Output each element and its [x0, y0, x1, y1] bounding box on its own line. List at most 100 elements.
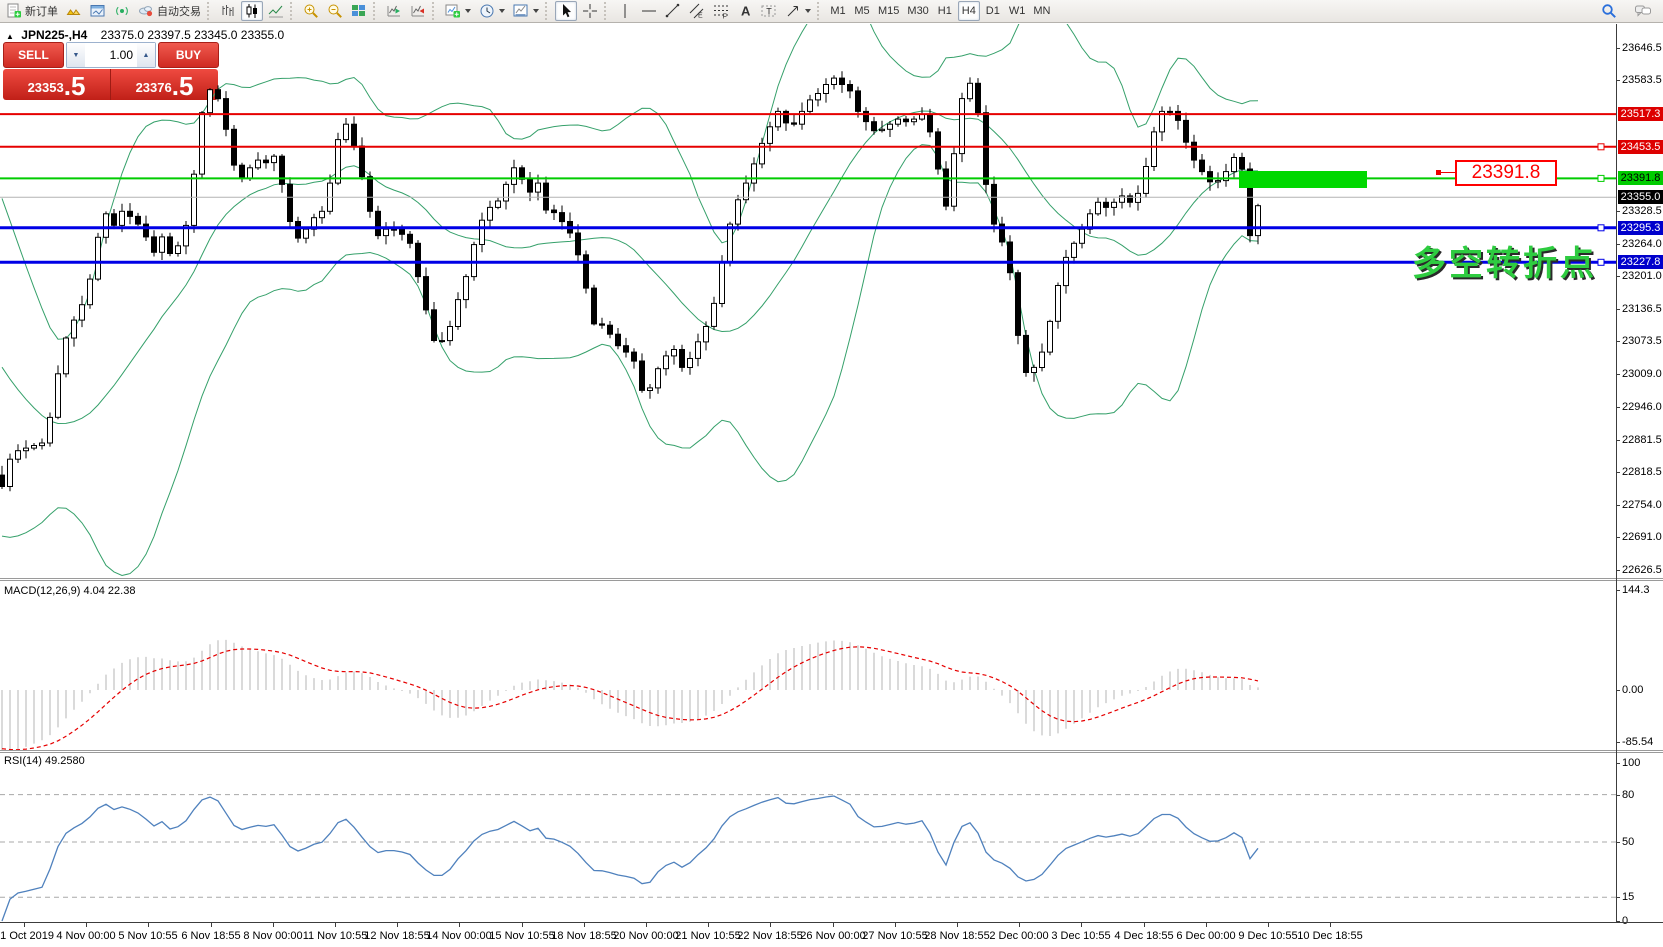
tf-m5-label: M5: [854, 5, 869, 17]
price-tick: 22754.0: [1622, 499, 1662, 511]
tf-m5-button[interactable]: M5: [851, 1, 873, 21]
draw-hline-button[interactable]: [638, 1, 660, 21]
rsi-tick: 50: [1622, 836, 1634, 848]
hline-handle-23227.8[interactable]: [1598, 259, 1604, 265]
hline-handle-23453.5[interactable]: [1598, 144, 1604, 150]
tile-windows-icon: [351, 3, 367, 19]
tf-h1-label: H1: [938, 5, 952, 17]
chart-window[interactable]: ▲ JPN225-,H4 23375.0 23397.5 23345.0 233…: [0, 24, 1663, 947]
price-tick: 23009.0: [1622, 368, 1662, 380]
tf-m15-button[interactable]: M15: [875, 1, 902, 21]
rsi-tick: 15: [1622, 891, 1634, 903]
templates-icon: [513, 3, 529, 19]
hline-handle-23295.3[interactable]: [1598, 225, 1604, 231]
draw-shapes-dropdown-arrow[interactable]: [805, 9, 811, 13]
zoom-out-icon: [327, 3, 343, 19]
draw-trendline-icon: [665, 3, 681, 19]
draw-vline-button[interactable]: [614, 1, 636, 21]
indicators-dropdown-arrow[interactable]: [465, 9, 471, 13]
auto-trading-button[interactable]: 自动交易: [135, 1, 204, 21]
draw-shapes-button[interactable]: [782, 1, 814, 21]
chart-shift-icon: [410, 3, 426, 19]
draw-fibo-button[interactable]: F: [710, 1, 732, 21]
pane-splitter-rsi[interactable]: [0, 750, 1663, 751]
indicators-button[interactable]: [442, 1, 474, 21]
candles: [0, 71, 1261, 491]
svg-text:T: T: [766, 7, 772, 17]
price-tick: 23073.5: [1622, 335, 1662, 347]
new-chart-icon: [66, 3, 82, 19]
search-button[interactable]: [1598, 1, 1620, 21]
price-label-23227.8: 23227.8: [1618, 255, 1663, 269]
templates-dropdown-arrow[interactable]: [533, 9, 539, 13]
toolbar-separator: [817, 2, 824, 20]
svg-text:F: F: [723, 14, 727, 20]
price-tick: 23264.0: [1622, 238, 1662, 250]
highlight-rectangle[interactable]: [1239, 171, 1367, 188]
tile-windows-button[interactable]: [348, 1, 370, 21]
main-chart-svg[interactable]: [0, 24, 1616, 578]
tf-d1-button[interactable]: D1: [982, 1, 1004, 21]
price-tick: 22691.0: [1622, 531, 1662, 543]
chart-candles-button[interactable]: [241, 1, 263, 21]
draw-vline-icon: [617, 3, 633, 19]
rsi-line: [2, 796, 1258, 921]
draw-label-button[interactable]: T: [758, 1, 780, 21]
crosshair-button[interactable]: [579, 1, 601, 21]
macd-svg: [0, 582, 1616, 750]
macd-pane[interactable]: [0, 582, 1616, 750]
price-label-23295.3: 23295.3: [1618, 221, 1663, 235]
svg-text:A: A: [741, 4, 751, 19]
cursor-button[interactable]: [555, 1, 577, 21]
profiles-button[interactable]: [87, 1, 109, 21]
chart-shift-button[interactable]: [407, 1, 429, 21]
periods-dropdown-arrow[interactable]: [499, 9, 505, 13]
draw-fibo-icon: F: [713, 3, 729, 19]
new-chart-button[interactable]: [63, 1, 85, 21]
draw-trendline-button[interactable]: [662, 1, 684, 21]
crosshair-icon: [582, 3, 598, 19]
templates-button[interactable]: [510, 1, 542, 21]
annotation-text[interactable]: 多空转折点: [1412, 236, 1597, 285]
toolbar-separator: [432, 2, 439, 20]
tf-w1-button[interactable]: W1: [1006, 1, 1029, 21]
tf-m1-button[interactable]: M1: [827, 1, 849, 21]
tf-h4-button[interactable]: H4: [958, 1, 980, 21]
price-tick: 22946.0: [1622, 401, 1662, 413]
hline-handle-23391.8[interactable]: [1598, 175, 1604, 181]
new-order-button[interactable]: 新订单: [3, 1, 61, 21]
price-tick: 23136.5: [1622, 303, 1662, 315]
price-tick: 22626.5: [1622, 564, 1662, 576]
draw-text-button[interactable]: A: [734, 1, 756, 21]
draw-channel-button[interactable]: E: [686, 1, 708, 21]
price-tick: 22818.5: [1622, 466, 1662, 478]
rsi-indicator-label: RSI(14) 49.2580: [4, 755, 85, 767]
auto-scroll-button[interactable]: [383, 1, 405, 21]
profiles-icon: [90, 3, 106, 19]
price-label-23355.0: 23355.0: [1618, 190, 1663, 204]
pane-splitter-macd-2: [0, 580, 1663, 581]
svg-text:E: E: [698, 13, 703, 20]
tf-mn-button[interactable]: MN: [1030, 1, 1053, 21]
time-tick: 10 Dec 18:55: [1285, 930, 1375, 942]
auto-trading-icon: [138, 3, 154, 19]
periods-button[interactable]: [476, 1, 508, 21]
tf-m30-button[interactable]: M30: [904, 1, 931, 21]
new-order-icon: [6, 3, 22, 19]
cursor-icon: [558, 3, 574, 19]
rsi-pane[interactable]: [0, 754, 1616, 922]
periods-icon: [479, 3, 495, 19]
chart-line-button[interactable]: [265, 1, 287, 21]
signals-button[interactable]: [111, 1, 133, 21]
main-chart-pane[interactable]: [0, 24, 1616, 578]
community-button[interactable]: [1632, 1, 1654, 21]
toolbar-separator: [604, 2, 611, 20]
price-tick: 23583.5: [1622, 74, 1662, 86]
tf-h1-button[interactable]: H1: [934, 1, 956, 21]
zoom-out-button[interactable]: [324, 1, 346, 21]
zoom-in-button[interactable]: [300, 1, 322, 21]
price-callout[interactable]: 23391.8: [1455, 160, 1557, 186]
chart-bars-button[interactable]: [217, 1, 239, 21]
pane-splitter-macd[interactable]: [0, 578, 1663, 579]
macd-tick: 144.3: [1622, 584, 1650, 596]
